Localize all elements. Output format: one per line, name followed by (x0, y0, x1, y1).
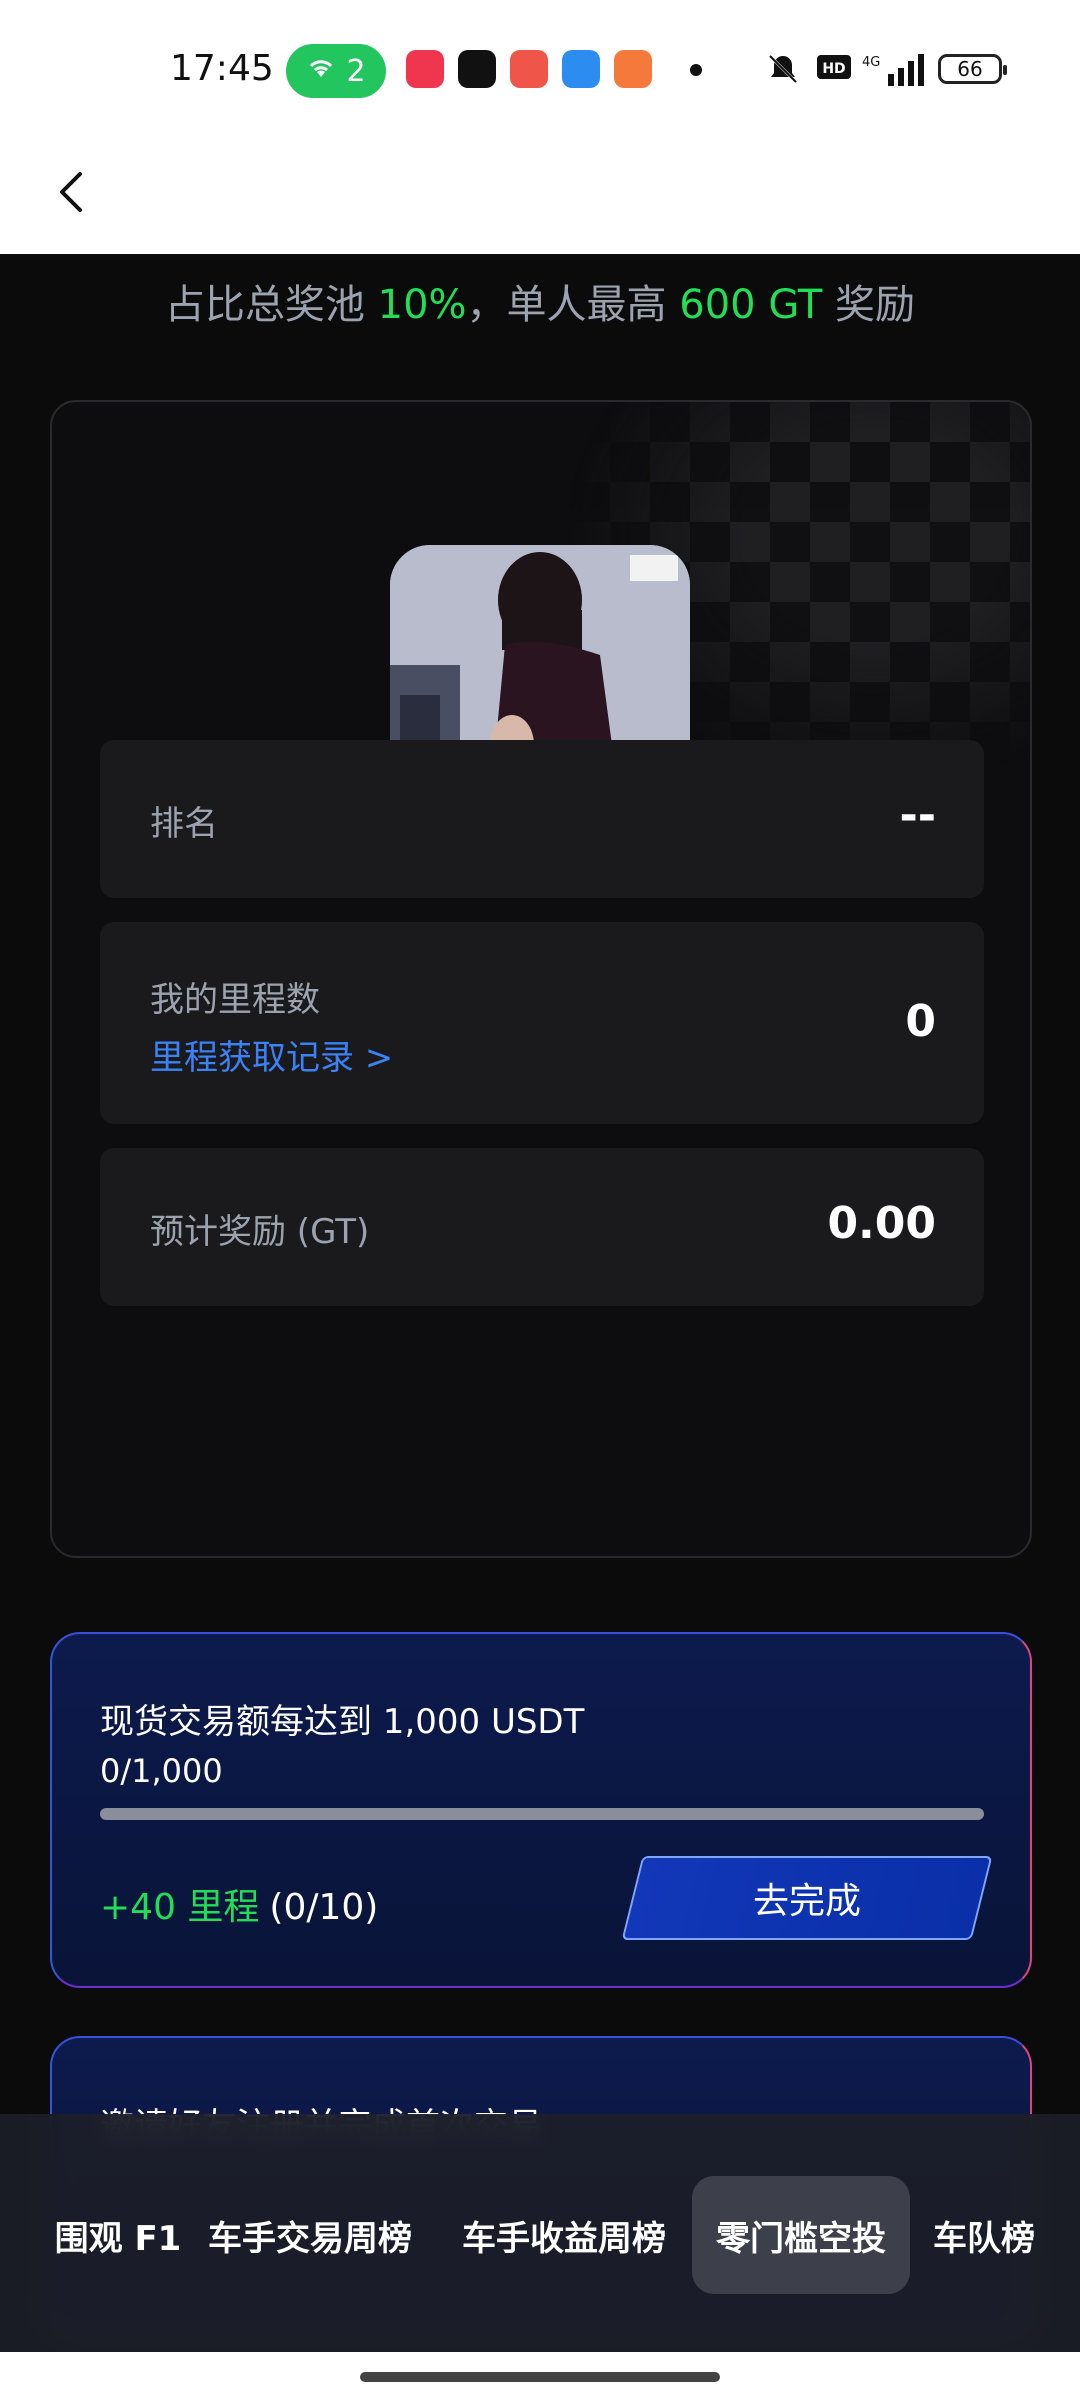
system-navigation-area (0, 2352, 1080, 2400)
task-reward-points: +40 里程 (100, 1887, 260, 1928)
estimated-reward-label: 预计奖励 (GT) (150, 1212, 370, 1252)
rank-label: 排名 (150, 804, 218, 844)
pool-percentage: 10% (377, 282, 467, 328)
task-progress-bar (100, 1808, 984, 1820)
signal-icon: 4G (862, 52, 924, 96)
rank-row: 排名 -- (100, 740, 984, 898)
svg-text:HD: HD (822, 61, 845, 77)
mute-bell-icon (766, 52, 800, 94)
estimated-reward-row: 预计奖励 (GT) 0.00 (100, 1148, 984, 1306)
status-bar: 17:45 2 HD 4G 66 (0, 0, 1080, 140)
mileage-value: 0 (905, 996, 936, 1047)
network-type: 4G (862, 55, 880, 70)
prize-pool-subtitle: 占比总奖池 10%，单人最高 600 GT 奖励 (164, 282, 916, 328)
mileage-label: 我的里程数 (150, 980, 320, 1020)
tab-driver-profit-weekly[interactable]: 车手收益周榜 (452, 2176, 676, 2294)
profile-stats-card: 排名 -- 我的里程数 里程获取记录 > 0 预计奖励 (GT) 0.00 (50, 400, 1032, 1558)
hd-icon: HD (816, 52, 852, 90)
tab-zero-threshold-airdrop[interactable]: 零门槛空投 (692, 2176, 910, 2294)
more-notifications-icon (690, 64, 702, 76)
max-reward-amount: 600 GT (679, 282, 823, 328)
video-app-icon (510, 50, 548, 88)
status-time: 17:45 (170, 48, 274, 89)
bottom-tab-bar: 围观 F1 车手交易周榜 车手收益周榜 零门槛空投 车队榜 (0, 2114, 1080, 2352)
estimated-reward-value: 0.00 (827, 1198, 936, 1249)
wifi-hotspot-indicator: 2 (286, 44, 386, 98)
cloud-app-icon (562, 50, 600, 88)
task-reward: +40 里程 (0/10) (100, 1878, 378, 1930)
back-button[interactable] (40, 160, 104, 224)
battery-indicator: 66 (938, 54, 1007, 84)
tab-team-ranking[interactable]: 车队榜 (920, 2176, 1048, 2294)
wifi-count: 2 (346, 53, 366, 89)
go-complete-button[interactable]: 去完成 (621, 1856, 993, 1940)
music-app-icon (406, 50, 444, 88)
go-complete-label: 去完成 (752, 1881, 861, 1922)
trading-task-card: 现货交易额每达到 1,000 USDT 0/1,000 +40 里程 (0/10)… (50, 1632, 1032, 1988)
chevron-left-icon (60, 172, 82, 212)
tab-watch-f1[interactable]: 围观 F1 (30, 2176, 206, 2294)
mileage-history-link[interactable]: 里程获取记录 > (150, 1030, 393, 1079)
task-title: 现货交易额每达到 1,000 USDT (100, 1702, 585, 1742)
task-progress-text: 0/1,000 (100, 1752, 223, 1790)
rank-value: -- (899, 790, 936, 841)
top-nav-bar (0, 140, 1080, 254)
tiktok-app-icon (458, 50, 496, 88)
tab-driver-trading-weekly[interactable]: 车手交易周榜 (198, 2176, 422, 2294)
mileage-row: 我的里程数 里程获取记录 > 0 (100, 922, 984, 1124)
home-indicator[interactable] (360, 2372, 720, 2382)
task-reward-count: (0/10) (269, 1887, 379, 1928)
shopping-app-icon (614, 50, 652, 88)
wifi-icon (306, 54, 336, 89)
